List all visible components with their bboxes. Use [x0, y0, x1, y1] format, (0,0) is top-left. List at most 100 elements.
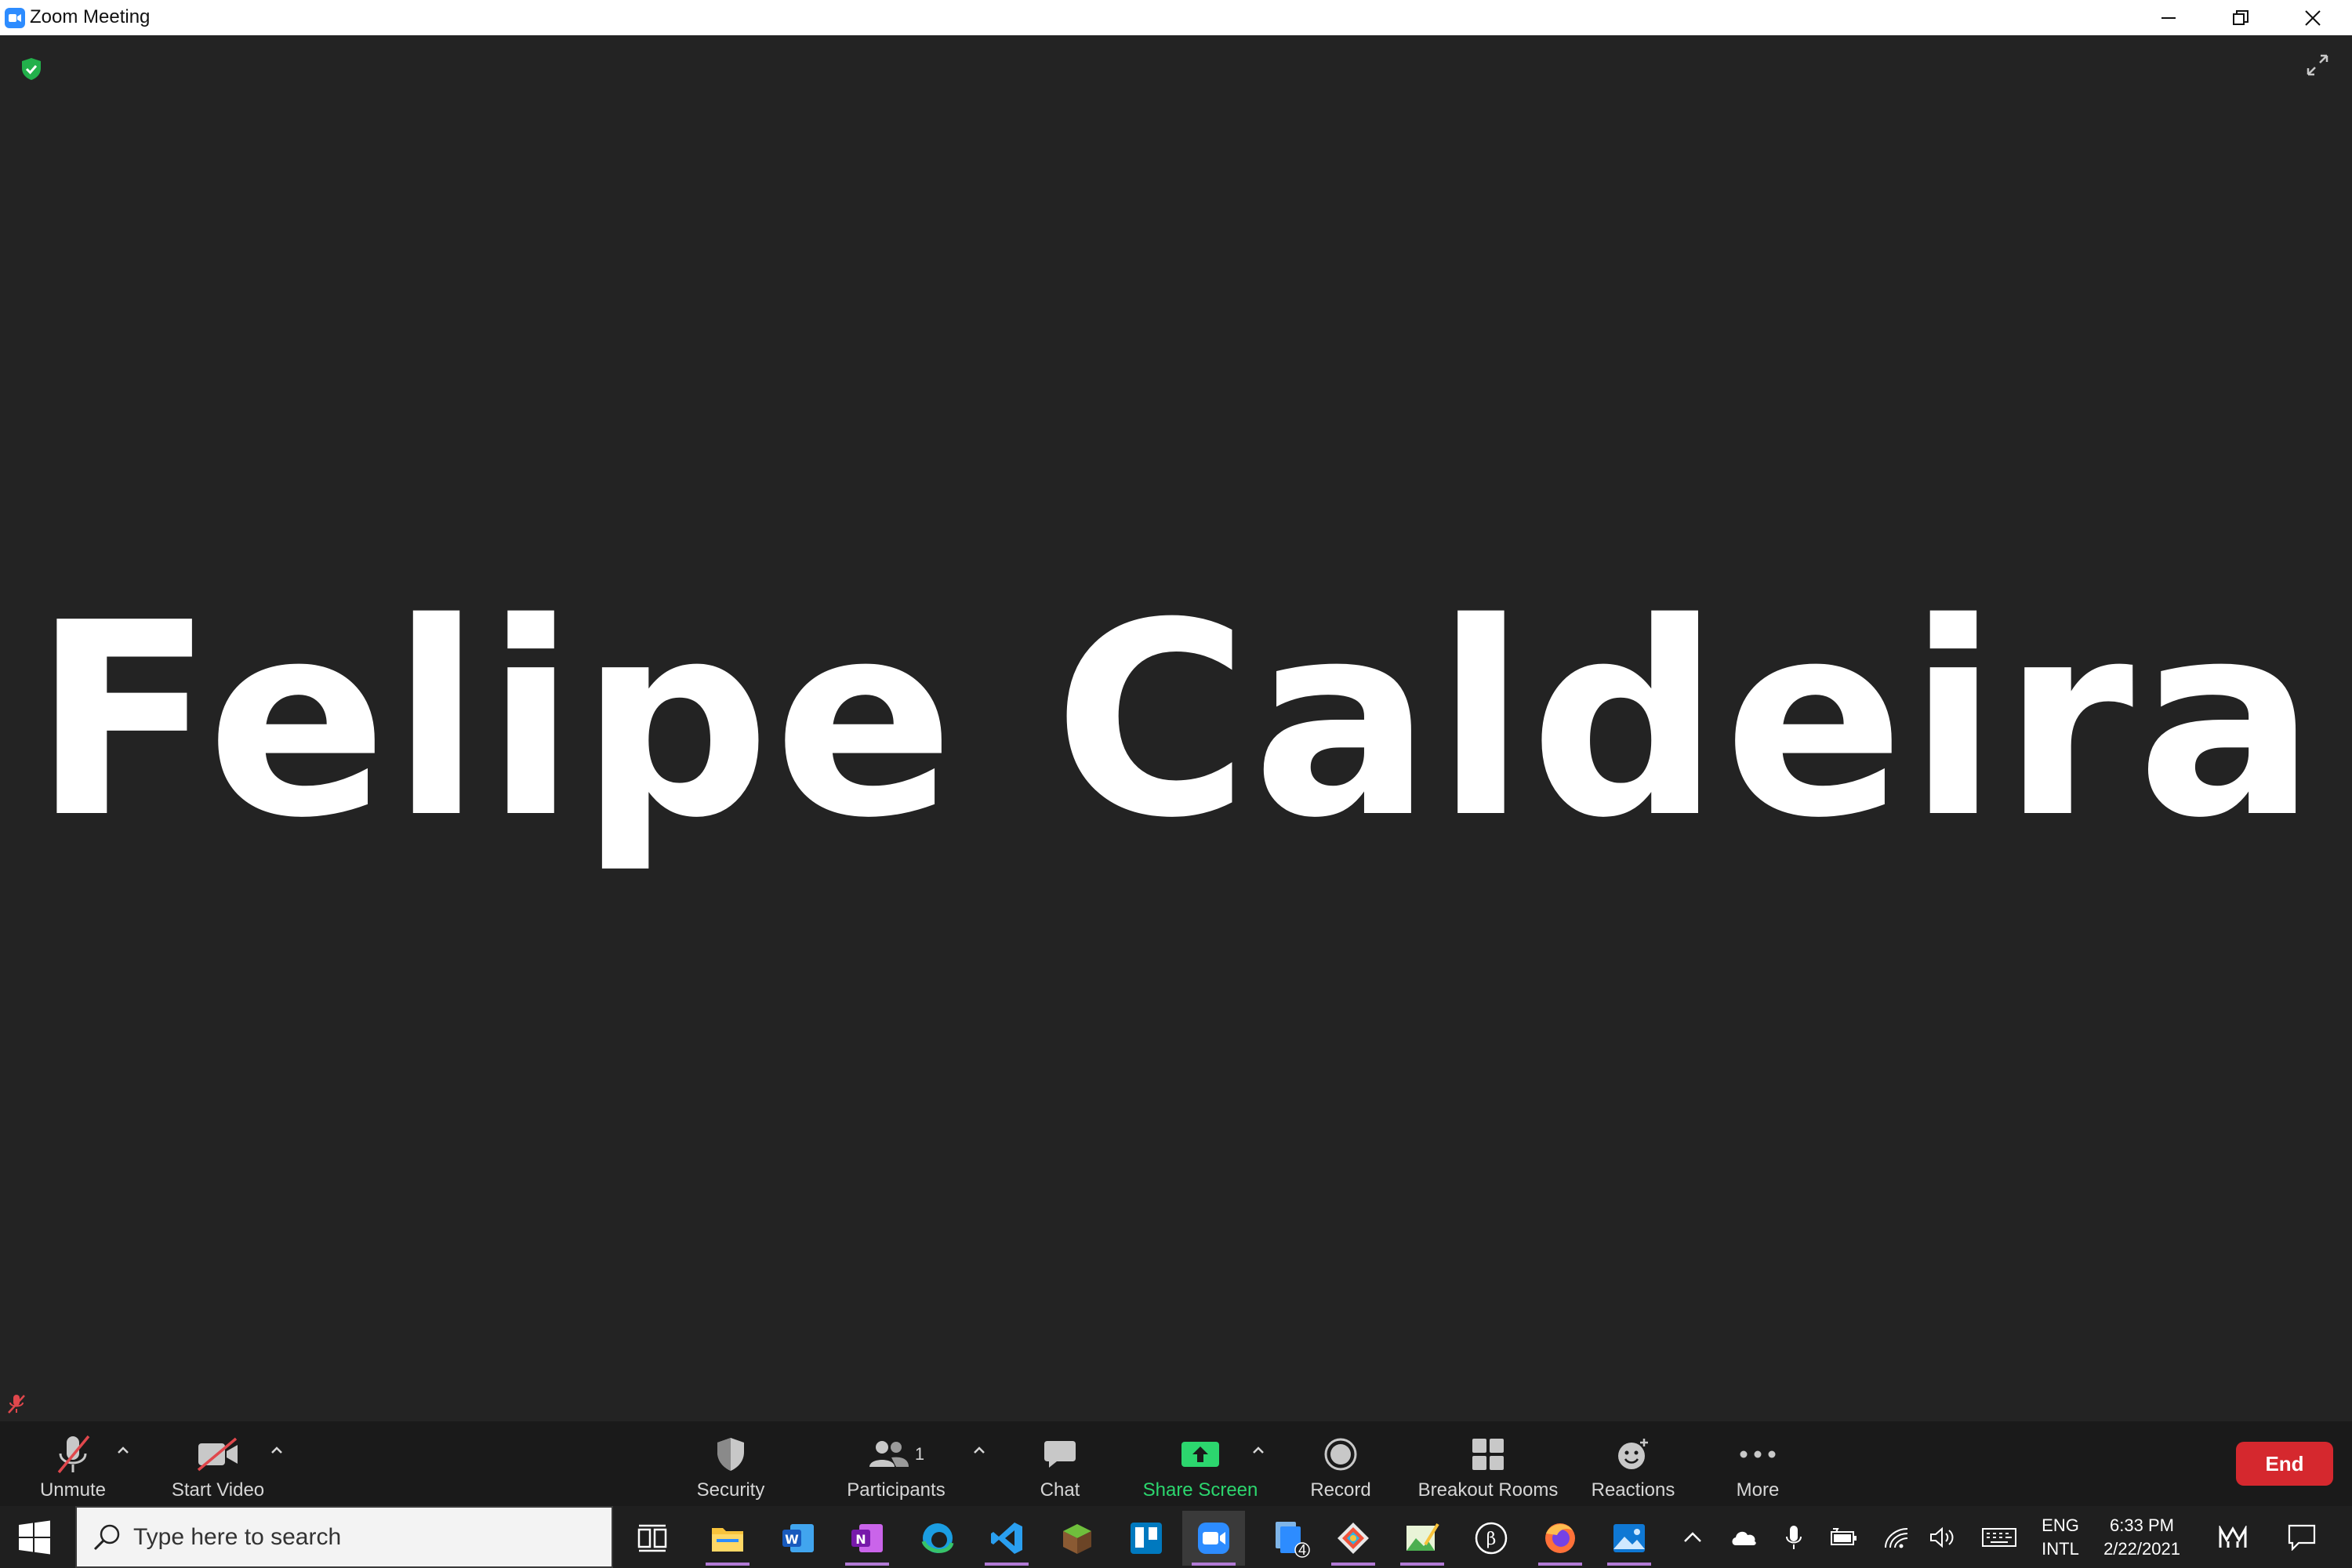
running-indicator [1538, 1563, 1582, 1566]
end-meeting-button[interactable]: End [2236, 1442, 2333, 1486]
participant-name: Felipe Caldeira [32, 566, 2320, 877]
touch-keyboard-tray[interactable] [1977, 1506, 2021, 1568]
record-button[interactable]: Record [1301, 1421, 1380, 1506]
more-button[interactable]: More [1722, 1421, 1794, 1506]
security-button[interactable]: Security [684, 1421, 778, 1506]
taskbar-trello[interactable] [1115, 1511, 1178, 1566]
share-screen-label: Share Screen [1142, 1479, 1258, 1501]
minimize-button[interactable] [2132, 0, 2205, 35]
running-indicator [1607, 1563, 1651, 1566]
close-icon [2305, 9, 2321, 26]
more-dots-icon [1739, 1432, 1777, 1476]
svg-text:β: β [1486, 1530, 1497, 1549]
taskbar-image-editor[interactable] [1391, 1511, 1454, 1566]
minecraft-grass-block-icon [1063, 1524, 1091, 1554]
wifi-tray[interactable] [1878, 1506, 1913, 1568]
breakout-rooms-button[interactable]: Breakout Rooms [1411, 1421, 1565, 1506]
keyboard-icon [1982, 1527, 2016, 1547]
minimize-icon [2161, 16, 2176, 19]
files-count-badge: 4 [1298, 1542, 1307, 1558]
taskbar-minecraft[interactable] [1046, 1511, 1109, 1566]
taskbar-firefox[interactable] [1529, 1511, 1592, 1566]
show-hidden-icons-button[interactable] [1676, 1506, 1709, 1568]
taskbar-photos[interactable] [1598, 1511, 1661, 1566]
volume-tray[interactable] [1926, 1506, 1960, 1568]
breakout-rooms-grid-icon [1471, 1432, 1505, 1476]
share-screen-button[interactable]: Share Screen [1140, 1421, 1261, 1506]
chat-bubble-icon [1043, 1432, 1077, 1476]
running-indicator [1192, 1563, 1236, 1566]
participants-button[interactable]: 1 Participants [836, 1421, 956, 1506]
taskbar-gitkraken[interactable] [1322, 1511, 1385, 1566]
share-screen-icon [1180, 1432, 1221, 1476]
taskbar-files-group[interactable]: 4 [1259, 1511, 1322, 1566]
reactions-emoji-icon [1614, 1432, 1652, 1476]
video-camera-off-icon [195, 1432, 241, 1476]
participants-options-caret[interactable] [967, 1439, 991, 1462]
restore-button[interactable] [2205, 0, 2277, 35]
onedrive-tray[interactable] [1725, 1506, 1762, 1568]
participants-count: 1 [914, 1444, 925, 1464]
taskbar-onenote[interactable]: N [836, 1511, 898, 1566]
start-video-button[interactable]: Start Video [163, 1421, 273, 1506]
git-diamond-icon [1338, 1523, 1369, 1554]
video-options-caret[interactable] [265, 1439, 289, 1462]
record-label: Record [1310, 1479, 1371, 1501]
battery-charging-icon [1831, 1527, 1857, 1545]
taskbar-edge[interactable] [906, 1511, 969, 1566]
chevron-up-icon [271, 1446, 282, 1454]
battery-tray[interactable] [1827, 1506, 1861, 1568]
shield-icon [715, 1432, 746, 1476]
vscode-icon [991, 1523, 1022, 1554]
windows-taskbar: Type here to search W N 4 β ENG INTL 6:3… [0, 1506, 2352, 1568]
chevron-up-icon [974, 1446, 985, 1454]
running-indicator [1400, 1563, 1444, 1566]
taskbar-vscode[interactable] [975, 1511, 1038, 1566]
running-indicator [1331, 1563, 1375, 1566]
wifi-icon [1885, 1527, 1908, 1548]
encryption-shield-icon[interactable] [20, 57, 42, 85]
keyboard-layout: INTL [2042, 1538, 2079, 1559]
search-icon [93, 1524, 120, 1550]
chat-button[interactable]: Chat [1021, 1421, 1099, 1506]
unmute-button[interactable]: Unmute [28, 1421, 118, 1506]
close-button[interactable] [2277, 0, 2349, 35]
zoom-icon [1198, 1523, 1229, 1554]
taskbar-search-box[interactable]: Type here to search [75, 1506, 613, 1568]
meeting-video-area: Felipe Caldeira [0, 35, 2352, 1421]
notification-center-button[interactable] [2280, 1506, 2324, 1568]
search-placeholder: Type here to search [133, 1523, 342, 1550]
audio-options-caret[interactable] [111, 1439, 135, 1462]
start-video-label: Start Video [171, 1479, 265, 1501]
participants-label: Participants [847, 1479, 946, 1501]
windows-start-button[interactable] [17, 1520, 52, 1555]
restore-icon [2233, 9, 2249, 25]
edge-browser-icon [921, 1523, 954, 1553]
running-indicator [845, 1563, 889, 1566]
firefox-icon [1545, 1523, 1575, 1553]
task-view-icon [637, 1524, 667, 1552]
taskbar-beta-app[interactable]: β [1460, 1511, 1523, 1566]
share-options-caret[interactable] [1247, 1439, 1270, 1462]
reactions-label: Reactions [1591, 1479, 1675, 1501]
task-view-button[interactable] [621, 1511, 684, 1566]
trello-icon [1131, 1523, 1162, 1554]
image-editor-icon [1406, 1523, 1439, 1551]
taskbar-file-explorer[interactable] [696, 1511, 759, 1566]
taskbar-word[interactable]: W [767, 1511, 829, 1566]
folder-icon [712, 1528, 743, 1552]
taskbar-zoom[interactable] [1182, 1511, 1245, 1566]
clock-time: 6:33 PM [2110, 1515, 2174, 1535]
microphone-tray[interactable] [1778, 1506, 1809, 1568]
input-language-button[interactable]: ENG INTL [2032, 1506, 2089, 1568]
reactions-button[interactable]: Reactions [1587, 1421, 1679, 1506]
cloud-icon [1732, 1531, 1756, 1545]
clock-date: 2/22/2021 [2103, 1538, 2180, 1559]
running-indicator [985, 1563, 1029, 1566]
window-title: Zoom Meeting [30, 6, 151, 27]
app-tray-logo-icon [2219, 1525, 2247, 1548]
running-indicator [706, 1563, 750, 1566]
meet-now-tray[interactable] [2212, 1506, 2253, 1568]
fullscreen-icon[interactable] [2305, 53, 2330, 82]
clock-button[interactable]: 6:33 PM 2/22/2021 [2095, 1506, 2189, 1568]
